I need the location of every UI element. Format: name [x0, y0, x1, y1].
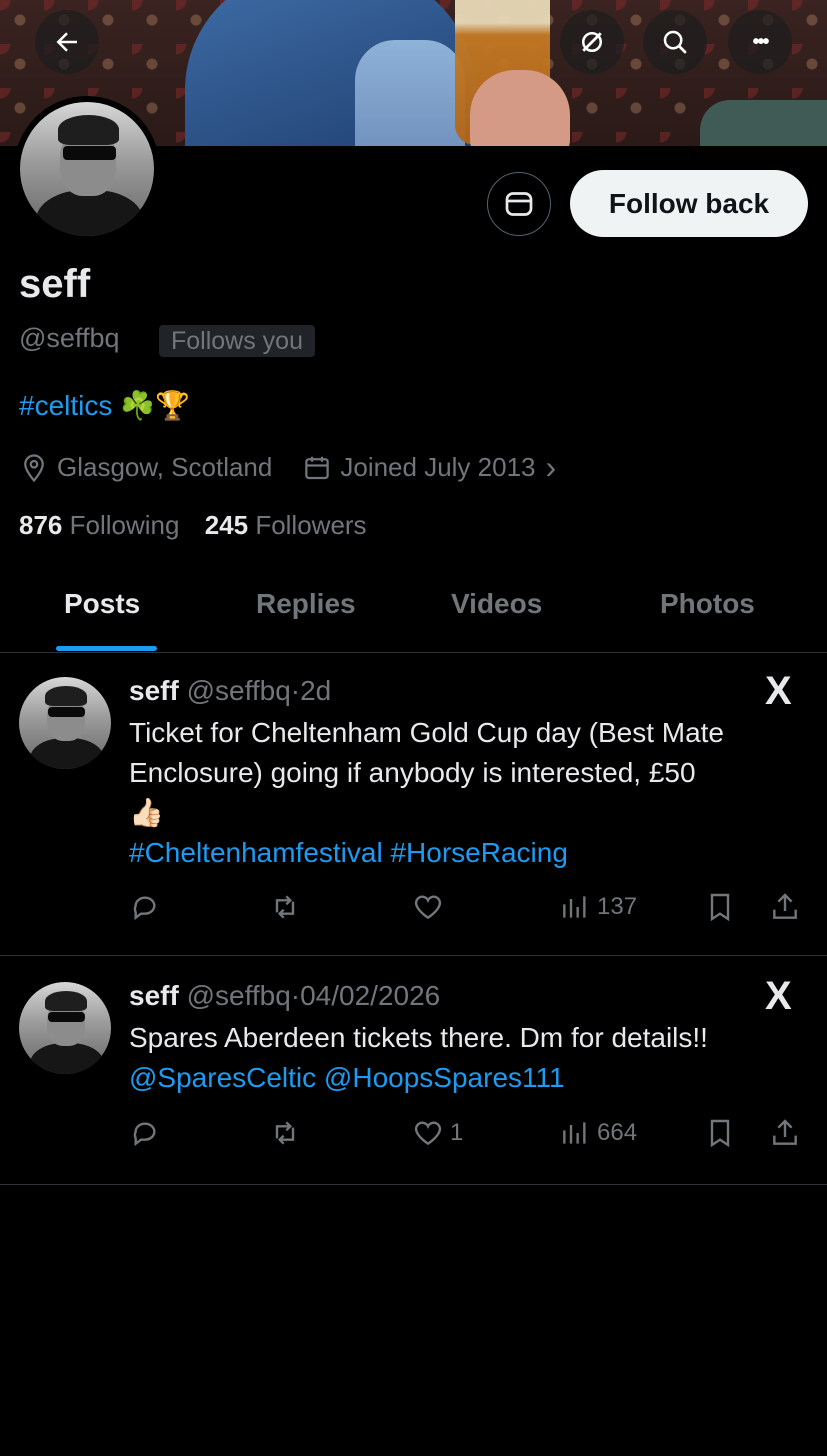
repost-icon — [275, 895, 295, 919]
like-count: 1 — [450, 1119, 464, 1146]
view-count: 137 — [597, 893, 638, 920]
tab-posts[interactable]: Posts — [64, 588, 140, 620]
post-header: seff @seffbq·2d — [129, 675, 332, 706]
banner-photo-hand — [470, 70, 570, 146]
heart-icon — [414, 1121, 442, 1146]
banner-photo-shirt — [355, 40, 465, 146]
post-item[interactable]: seff @seffbq·2d X Ticket for Cheltenham … — [0, 653, 827, 956]
post-actions: 1 664 — [129, 1117, 819, 1157]
reply-button[interactable] — [129, 1117, 167, 1149]
post-time[interactable]: 04/02/2026 — [300, 980, 440, 1011]
views-chart-icon — [563, 1122, 586, 1144]
location-text: Glasgow, Scotland — [57, 452, 273, 482]
follows-you-badge: Follows you — [159, 325, 315, 357]
post-author-name[interactable]: seff — [129, 675, 179, 706]
chevron-right-icon: › — [545, 449, 557, 485]
tab-photos[interactable]: Photos — [660, 588, 755, 620]
reply-icon — [133, 1122, 156, 1147]
share-button[interactable] — [769, 891, 807, 923]
post-author-handle[interactable]: @seffbq — [187, 980, 291, 1011]
views-button[interactable]: 137 — [559, 891, 637, 923]
repost-button[interactable] — [269, 1117, 307, 1149]
views-chart-icon — [563, 896, 586, 918]
share-button[interactable] — [769, 1117, 807, 1149]
joined-date-link[interactable]: Joined July 2013 — [340, 452, 535, 483]
reply-icon — [133, 896, 156, 921]
active-tab-indicator — [56, 646, 157, 651]
arrow-left-icon — [56, 32, 77, 52]
follow-stats: 876 Following 245 Followers — [19, 510, 367, 541]
reply-button[interactable] — [129, 891, 167, 923]
grok-slash-icon — [582, 32, 602, 52]
follow-back-button[interactable]: Follow back — [570, 170, 808, 237]
like-button[interactable] — [412, 891, 450, 923]
envelope-icon — [505, 192, 533, 216]
profile-handle: @seffbq — [19, 323, 120, 353]
post-actions: 137 — [129, 891, 819, 931]
more-dots-icon: ••• — [752, 30, 769, 53]
repost-icon — [275, 1121, 295, 1145]
bookmark-icon — [710, 893, 730, 922]
message-button[interactable] — [487, 172, 551, 236]
bio-hashtag-link[interactable]: #celtics — [19, 390, 112, 421]
profile-name: seff — [19, 262, 91, 306]
profile-tabs: Posts Replies Videos Photos — [0, 560, 827, 653]
post-header: seff @seffbq·04/02/2026 — [129, 980, 441, 1011]
bookmark-button[interactable] — [704, 891, 742, 923]
post-mentions[interactable]: @SparesCeltic @HoopsSpares111 — [129, 1062, 565, 1093]
like-button[interactable]: 1 — [412, 1117, 463, 1149]
calendar-icon — [305, 456, 330, 479]
followers-link[interactable]: 245 Followers — [205, 510, 367, 540]
location-pin-icon — [24, 453, 44, 482]
x-logo-icon: X — [765, 669, 792, 713]
profile-bio: #celtics ☘️🏆 — [19, 389, 190, 422]
tab-videos[interactable]: Videos — [451, 588, 542, 620]
share-icon — [773, 1119, 797, 1145]
bio-emoji: ☘️🏆 — [120, 390, 190, 421]
search-button[interactable] — [643, 10, 707, 74]
post-text: Ticket for Cheltenham Gold Cup day (Best… — [129, 717, 724, 868]
post-hashtags[interactable]: #Cheltenhamfestival #HorseRacing — [129, 837, 568, 868]
back-button[interactable] — [35, 10, 99, 74]
post-author-handle[interactable]: @seffbq — [187, 675, 291, 706]
repost-button[interactable] — [269, 891, 307, 923]
bookmark-icon — [710, 1119, 730, 1148]
share-icon — [773, 893, 797, 919]
post-avatar[interactable] — [19, 982, 111, 1074]
grok-button[interactable] — [560, 10, 624, 74]
banner-photo-sofa — [700, 100, 827, 146]
view-count: 664 — [597, 1119, 638, 1146]
tab-replies[interactable]: Replies — [256, 588, 356, 620]
following-link[interactable]: 876 Following — [19, 510, 179, 540]
post-text: Spares Aberdeen tickets there. Dm for de… — [129, 1022, 708, 1093]
heart-icon — [414, 895, 442, 920]
post-author-name[interactable]: seff — [129, 980, 179, 1011]
x-logo-icon: X — [765, 974, 792, 1018]
views-button[interactable]: 664 — [559, 1117, 637, 1149]
profile-avatar[interactable] — [14, 96, 160, 242]
post-avatar[interactable] — [19, 677, 111, 769]
post-actions-placeholder — [129, 1416, 819, 1456]
search-icon — [663, 30, 687, 54]
thumbs-up-emoji: 👍🏻 — [129, 797, 164, 828]
post-time[interactable]: 2d — [300, 675, 331, 706]
more-button[interactable]: ••• — [728, 10, 792, 74]
profile-meta: Glasgow, Scotland Joined July 2013 › — [19, 449, 556, 486]
bookmark-button[interactable] — [704, 1117, 742, 1149]
